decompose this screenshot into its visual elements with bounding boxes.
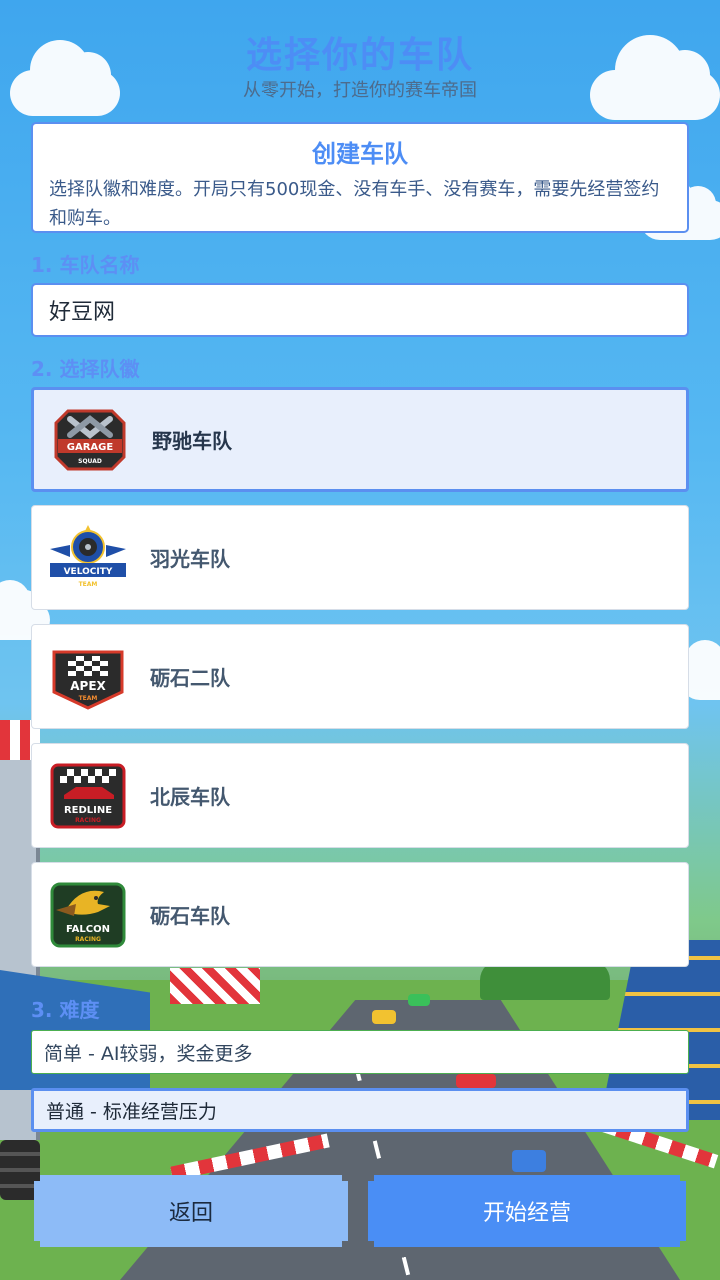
team-name-label: 1. 车队名称: [31, 253, 140, 277]
difficulty-label: 3. 难度: [31, 998, 100, 1022]
info-card-title: 创建车队: [312, 140, 408, 168]
team-option-label: 羽光车队: [150, 547, 230, 571]
falcon-racing-logo-icon: FALCON RACING: [50, 882, 126, 947]
logo-subtext: TEAM: [79, 695, 98, 702]
team-option-garage-squad[interactable]: GARAGE SQUAD 野驰车队: [31, 387, 689, 492]
difficulty-option-normal[interactable]: 普通 - 标准经营压力: [31, 1088, 689, 1132]
logo-text: REDLINE: [64, 805, 112, 816]
team-option-label: 砺石二队: [150, 666, 230, 690]
team-option-label: 砺石车队: [150, 904, 230, 928]
team-name-input[interactable]: [31, 283, 689, 337]
velocity-team-logo-icon: VELOCITY TEAM: [50, 524, 126, 588]
start-button[interactable]: 开始经营: [368, 1175, 686, 1247]
logo-text: GARAGE: [67, 442, 114, 453]
logo-text: FALCON: [66, 924, 110, 935]
badge-section-label: 2. 选择队徽: [31, 357, 140, 381]
logo-text: APEX: [70, 679, 106, 693]
logo-subtext: RACING: [75, 936, 101, 943]
logo-text: VELOCITY: [64, 567, 113, 577]
team-option-falcon-racing[interactable]: FALCON RACING 砺石车队: [31, 862, 689, 967]
difficulty-option-easy[interactable]: 简单 - AI较弱，奖金更多: [31, 1030, 689, 1074]
team-option-apex-team[interactable]: APEX TEAM 砺石二队: [31, 624, 689, 729]
back-button[interactable]: 返回: [34, 1175, 348, 1247]
page-title: 选择你的车队: [245, 35, 474, 76]
team-setup-screen: 选择你的车队 从零开始，打造你的赛车帝国 创建车队 选择队徽和难度。开局只有50…: [0, 0, 720, 1280]
team-option-label: 野驰车队: [152, 429, 232, 453]
apex-team-logo-icon: APEX TEAM: [52, 650, 124, 710]
logo-subtext: RACING: [75, 817, 101, 824]
logo-subtext: TEAM: [79, 581, 98, 588]
team-option-velocity-team[interactable]: VELOCITY TEAM 羽光车队: [31, 505, 689, 610]
info-card-text: 选择队徽和难度。开局只有500现金、没有车手、没有赛车，需要先经营签约和购车。: [49, 179, 660, 229]
team-option-redline-racing[interactable]: REDLINE RACING 北辰车队: [31, 743, 689, 848]
page-subtitle: 从零开始，打造你的赛车帝国: [243, 80, 477, 101]
logo-subtext: SQUAD: [78, 458, 102, 465]
redline-racing-logo-icon: REDLINE RACING: [50, 763, 126, 828]
team-option-label: 北辰车队: [150, 785, 230, 809]
info-card: 创建车队 选择队徽和难度。开局只有500现金、没有车手、没有赛车，需要先经营签约…: [31, 122, 689, 233]
garage-squad-logo-icon: GARAGE SQUAD: [54, 409, 126, 470]
